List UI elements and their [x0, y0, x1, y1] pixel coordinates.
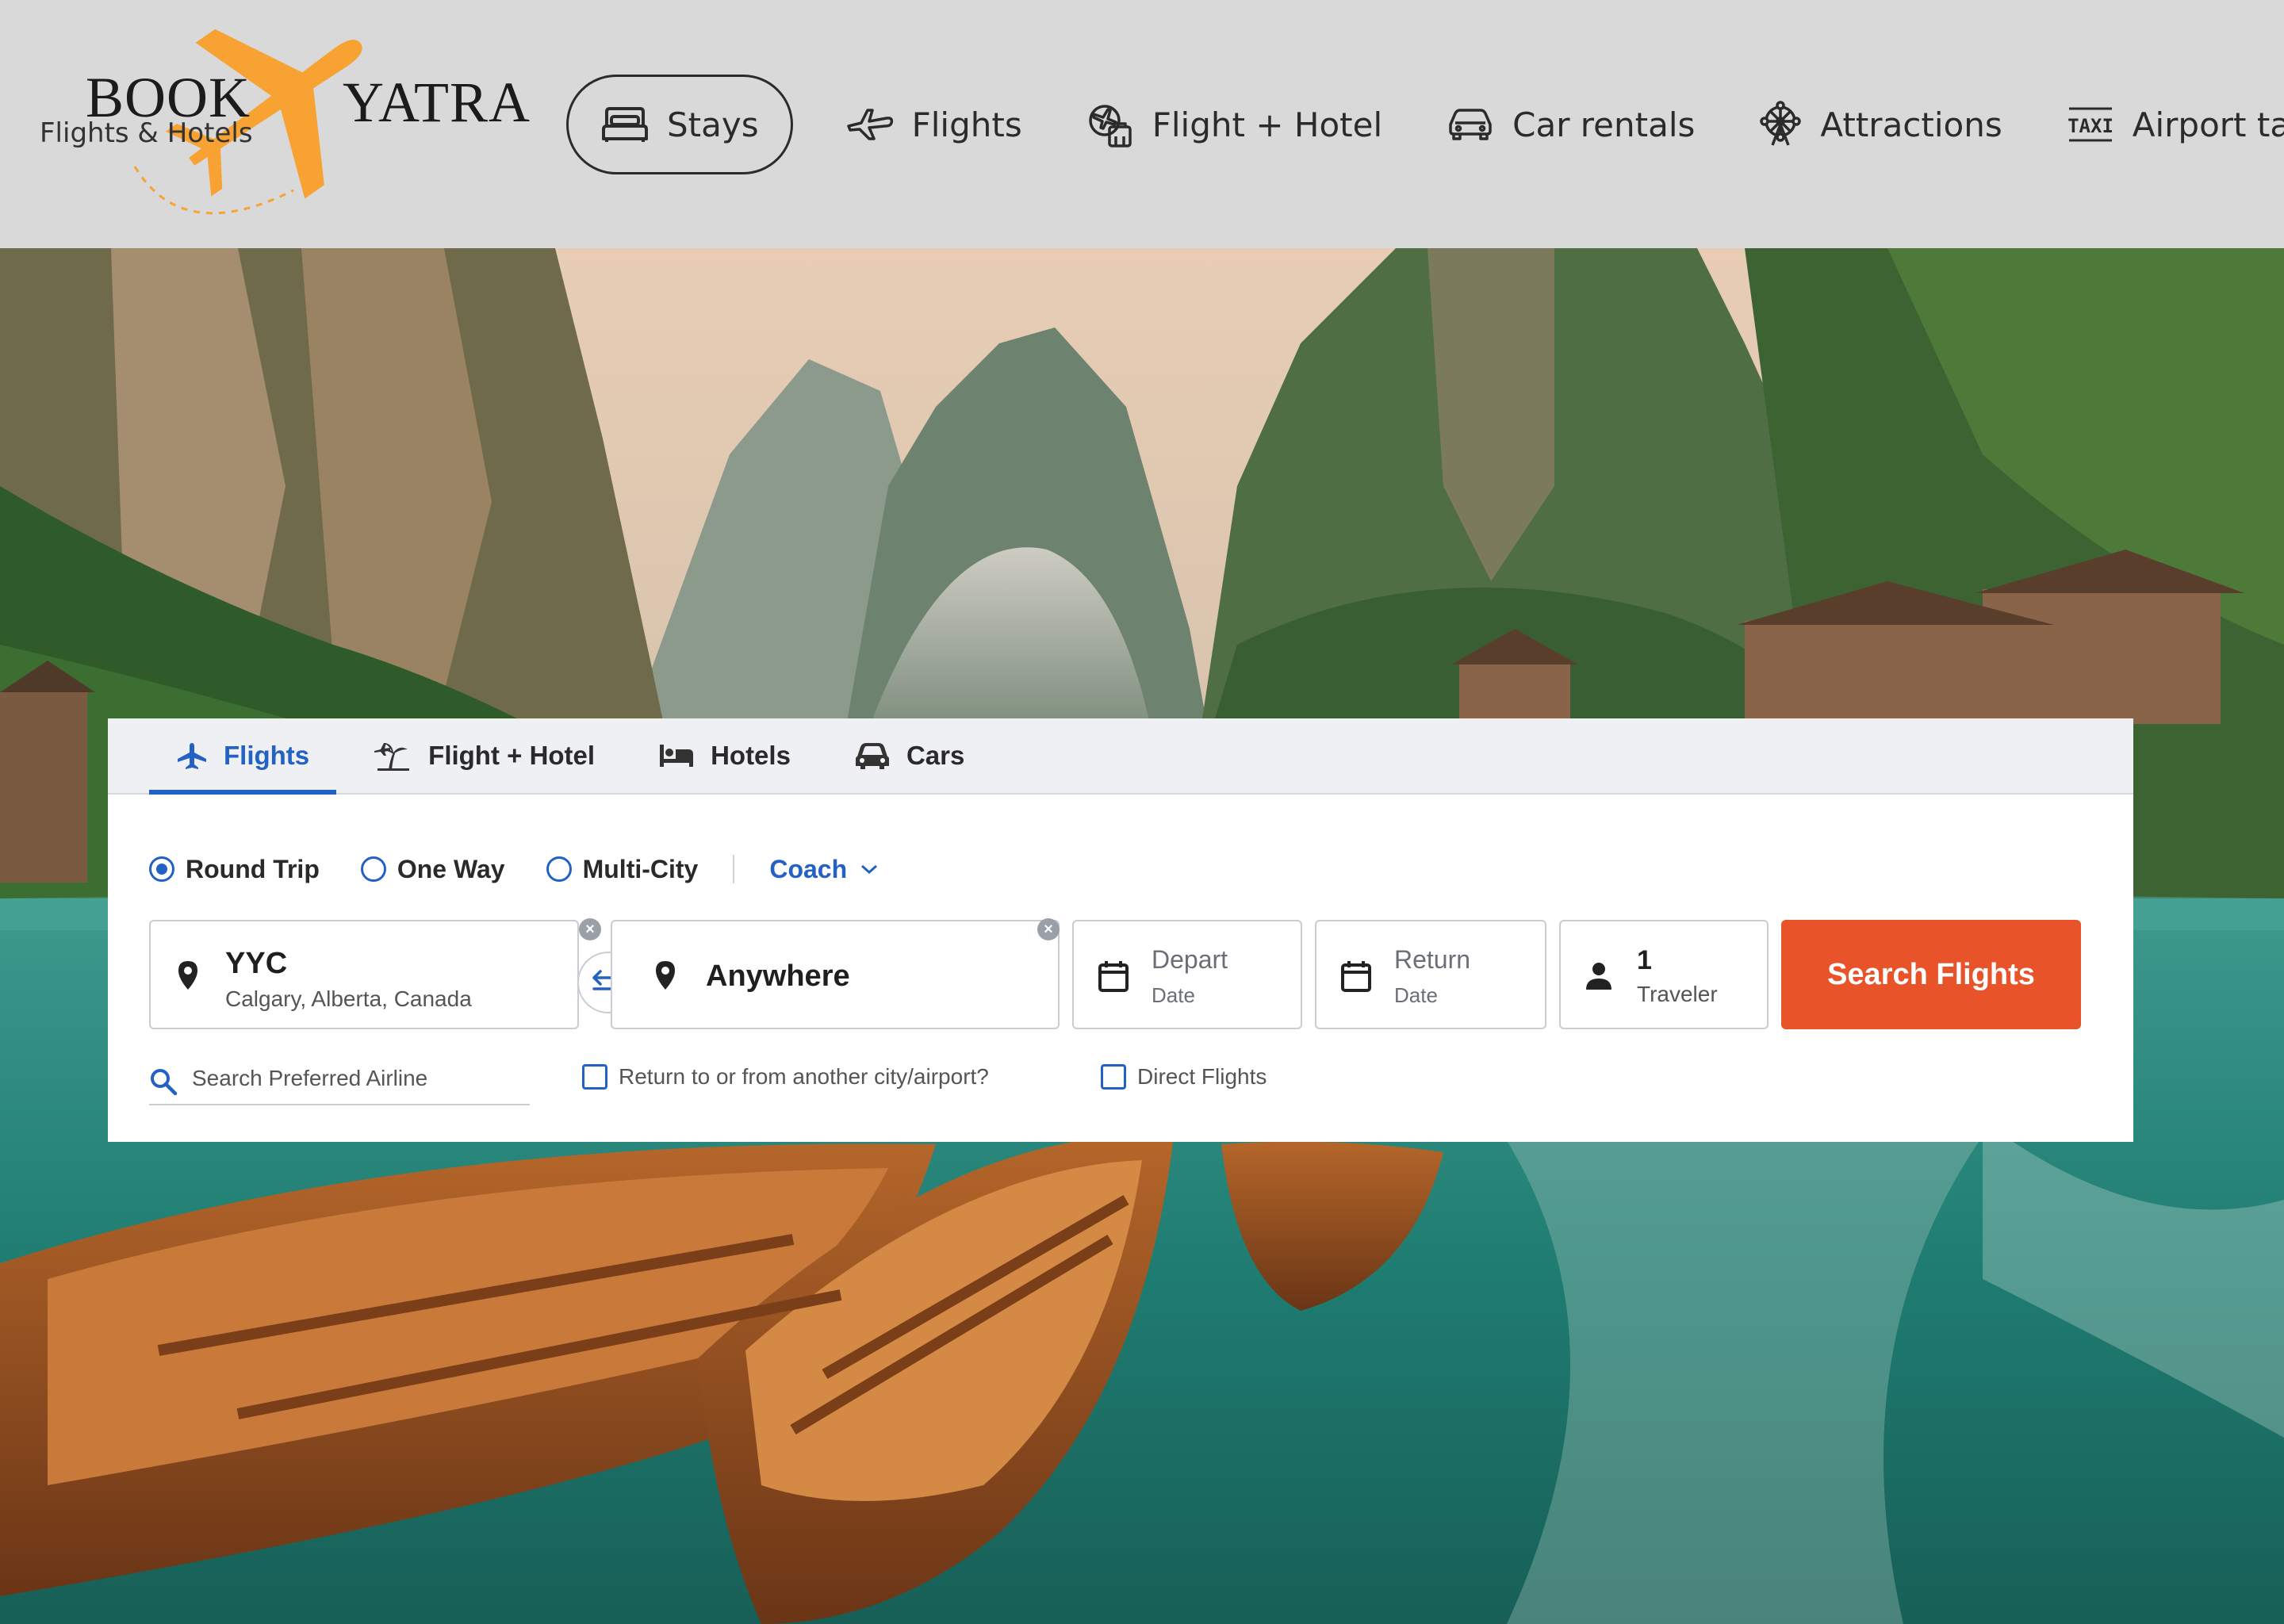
nav-item-label: Flight + Hotel [1152, 105, 1383, 144]
nav-item-flight-hotel[interactable]: Flight + Hotel [1054, 75, 1414, 174]
origin-code: YYC [225, 947, 288, 980]
radio-label: Multi-City [582, 854, 699, 883]
radio-dot[interactable] [546, 856, 572, 882]
nav-item-label: Airport taxis [2132, 105, 2284, 144]
radio-label: One Way [397, 854, 505, 883]
traveler-count: 1 [1637, 945, 1652, 975]
tab-flight-hotel[interactable]: Flight + Hotel [346, 718, 622, 793]
divider [733, 855, 735, 883]
tab-hotels[interactable]: Hotels [631, 718, 818, 793]
radio-dot[interactable] [360, 856, 386, 882]
bed-icon [602, 107, 648, 142]
location-pin-icon [178, 961, 197, 990]
radio-round-trip[interactable]: Round Trip [149, 855, 320, 884]
trip-type-selector: Round Trip One Way Multi-City Coach [149, 845, 879, 893]
tab-label: Hotels [711, 741, 791, 770]
return-label: Return [1394, 945, 1471, 974]
car-icon [1449, 109, 1492, 140]
tab-label: Flight + Hotel [428, 741, 596, 770]
car-icon [855, 743, 889, 769]
calendar-icon [1098, 961, 1129, 992]
cabin-class-dropdown[interactable]: Coach [769, 855, 879, 884]
return-sub-label: Date [1394, 983, 1438, 1007]
plane-icon [846, 109, 893, 140]
cabin-class-value: Coach [769, 854, 848, 883]
clear-destination-icon[interactable]: × [1037, 918, 1060, 940]
svg-text:TAXI: TAXI [2067, 115, 2113, 137]
return-other-city-checkbox[interactable]: Return to or from another city/airport? [582, 1064, 989, 1090]
search-flights-button[interactable]: Search Flights [1781, 920, 2081, 1029]
radio-dot[interactable] [149, 856, 174, 882]
nav-item-stays[interactable]: Stays [566, 75, 793, 174]
depart-label: Depart [1152, 945, 1228, 974]
depart-sub-label: Date [1152, 983, 1195, 1007]
nav-item-label: Attractions [1820, 105, 2002, 144]
search-icon [151, 1069, 178, 1096]
direct-flights-checkbox[interactable]: Direct Flights [1101, 1064, 1267, 1090]
destination-value: Anywhere [706, 959, 850, 993]
tab-cars[interactable]: Cars [827, 718, 991, 793]
destination-field[interactable]: Anywhere × [611, 918, 1060, 1029]
nav-item-attractions[interactable]: Attractions [1726, 75, 2033, 174]
travelers-field[interactable]: 1 Traveler [1559, 920, 1769, 1029]
bed-icon [660, 745, 694, 767]
person-icon [1586, 963, 1611, 990]
palm-plane-icon [374, 743, 410, 771]
preferred-airline-search[interactable] [149, 1056, 530, 1105]
checkbox-box[interactable] [582, 1064, 607, 1090]
origin-field[interactable]: YYC Calgary, Alberta, Canada × [149, 918, 601, 1029]
return-date-field[interactable]: Return Date [1315, 920, 1546, 1029]
checkbox-label: Return to or from another city/airport? [619, 1064, 989, 1089]
tab-label: Cars [906, 741, 965, 770]
search-tabs: Flights Flight + Hotel Hotels Cars [108, 718, 2133, 795]
tab-label: Flights [224, 741, 310, 770]
tab-flights[interactable]: Flights [149, 718, 337, 795]
radio-label: Round Trip [186, 854, 320, 883]
radio-one-way[interactable]: One Way [360, 854, 505, 884]
nav-item-label: Car rentals [1512, 105, 1696, 144]
traveler-label: Traveler [1637, 982, 1718, 1006]
origin-city: Calgary, Alberta, Canada [225, 986, 472, 1011]
nav-item-label: Flights [911, 105, 1022, 144]
preferred-airline-input[interactable] [192, 1061, 517, 1096]
search-options: Return to or from another city/airport? … [149, 1056, 2052, 1105]
clear-origin-icon[interactable]: × [579, 918, 601, 940]
nav-item-car-rentals[interactable]: Car rentals [1414, 75, 1726, 174]
chevron-down-icon [861, 864, 878, 875]
taxi-icon: TAXI [2067, 107, 2113, 142]
location-pin-icon [656, 961, 675, 990]
depart-date-field[interactable]: Depart Date [1072, 920, 1302, 1029]
checkbox-box[interactable] [1101, 1064, 1126, 1090]
nav-item-airport-taxis[interactable]: TAXI Airport taxis [2034, 75, 2284, 174]
nav-item-label: Stays [667, 105, 759, 144]
site-header: BOOK YATRA Flights & Hotels Stays Flight… [0, 0, 2284, 248]
radio-multi-city[interactable]: Multi-City [546, 854, 699, 884]
flight-search-panel: Flights Flight + Hotel Hotels Cars Round… [108, 718, 2133, 1142]
flight-hotel-icon [1088, 105, 1132, 147]
brand-name-right: YATRA [343, 71, 531, 134]
checkbox-label: Direct Flights [1137, 1064, 1267, 1089]
calendar-icon [1341, 961, 1371, 992]
main-nav: Stays Flights Flight + Hotel Car rentals… [566, 75, 2284, 174]
nav-item-flights[interactable]: Flights [814, 75, 1054, 174]
plane-icon [178, 743, 206, 769]
brand-tagline: Flights & Hotels [40, 117, 253, 149]
brand-logo[interactable]: BOOK YATRA Flights & Hotels [32, 16, 539, 238]
ferris-wheel-icon [1760, 101, 1802, 146]
